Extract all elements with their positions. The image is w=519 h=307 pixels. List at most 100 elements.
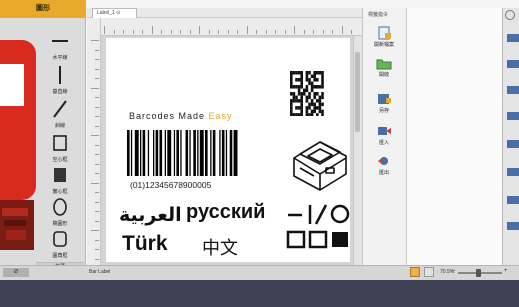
qr-module	[295, 95, 298, 100]
qr-module	[295, 113, 298, 116]
toolbar-icon[interactable]	[507, 222, 519, 230]
barcode-bar	[142, 130, 146, 176]
qr-module	[292, 99, 296, 103]
zoom-in-icon[interactable]: +	[504, 268, 508, 274]
label-tagline[interactable]: Barcodes Made Easy	[129, 111, 233, 121]
tool-hollow-box[interactable]: 空心框	[36, 132, 84, 166]
export-button[interactable]: 匯出	[370, 154, 398, 176]
qr-module	[316, 106, 319, 110]
toolbar-icon[interactable]	[507, 86, 519, 94]
horizontal-line-icon	[49, 30, 71, 52]
ruler-tick	[113, 30, 115, 34]
qr-module	[305, 109, 309, 114]
qr-module	[316, 99, 319, 103]
qr-module	[318, 85, 322, 89]
ruler-tick	[313, 30, 314, 34]
ruler-tick	[95, 192, 99, 193]
qr-module	[300, 92, 303, 96]
scrollbar-thumb[interactable]	[355, 52, 360, 132]
promo-card-highlight	[0, 64, 24, 106]
tool-ellipse[interactable]: 橢圓形	[36, 196, 84, 230]
tool-diagonal-line[interactable]: 斜線	[36, 98, 84, 132]
text-russian[interactable]: русский	[186, 201, 265, 224]
properties-panel[interactable]	[406, 8, 502, 265]
tool-solid-box[interactable]: 實心框	[36, 164, 84, 198]
zoom-out-icon[interactable]: −	[452, 268, 456, 274]
toolbar-icon[interactable]	[507, 112, 519, 120]
ruler-tick	[95, 201, 99, 203]
qr-module	[297, 113, 301, 116]
tab-label-1[interactable]: Label_1 ⊙	[92, 8, 137, 18]
save-as-button[interactable]: 另存	[370, 92, 398, 114]
view-mode-button-alt[interactable]	[424, 267, 434, 277]
text-chinese[interactable]: 中文	[202, 234, 238, 260]
toolbar-icon[interactable]	[507, 60, 519, 68]
barcode-bar	[229, 130, 233, 176]
qr-module	[316, 113, 319, 116]
qr-module	[308, 71, 311, 75]
new-file-button[interactable]: 開新檔案	[370, 26, 398, 48]
text-turkish[interactable]: Türk	[122, 232, 168, 256]
qr-module	[305, 106, 309, 110]
qr-module	[300, 81, 303, 86]
qr-module	[295, 71, 298, 75]
solid-box-icon	[49, 164, 71, 186]
qr-module	[300, 102, 303, 107]
qr-module	[305, 95, 309, 100]
new-file-icon	[376, 26, 392, 40]
barcode-bar	[134, 130, 139, 176]
ruler-tick	[322, 30, 324, 34]
toolbar-icon[interactable]	[507, 140, 519, 148]
qr-code-object[interactable]	[290, 70, 324, 116]
ruler-tick	[95, 173, 99, 174]
qr-module	[290, 74, 293, 79]
qr-module	[290, 99, 293, 103]
tool-vertical-line[interactable]: 垂直線	[36, 64, 84, 98]
toolbar-icon[interactable]	[507, 196, 519, 204]
qr-module	[292, 85, 296, 89]
taskbar	[0, 280, 519, 307]
qr-module	[300, 74, 303, 79]
qr-module	[295, 85, 298, 89]
qr-module	[290, 71, 293, 75]
import-button[interactable]: 匯入	[370, 124, 398, 146]
ruler-tick	[95, 116, 99, 117]
barcode-bar	[153, 130, 155, 176]
view-mode-button[interactable]	[410, 267, 420, 277]
text-arabic[interactable]: العربية	[119, 204, 182, 226]
barcode-bar	[199, 130, 204, 176]
barcode-object[interactable]	[124, 128, 274, 178]
ruler-tick	[95, 125, 99, 127]
qr-module	[316, 85, 319, 89]
qr-module	[297, 106, 301, 110]
qr-module	[313, 95, 316, 100]
tagline-text: Barcodes Made	[129, 111, 209, 121]
hollow-box-icon	[49, 132, 71, 154]
zoom-slider-knob[interactable]	[476, 269, 481, 277]
toolbar-icon[interactable]	[507, 168, 519, 176]
open-button[interactable]: 開啟	[370, 56, 398, 78]
barcode-bar	[233, 130, 238, 176]
qr-module	[310, 85, 314, 89]
ruler-tick	[95, 220, 99, 222]
barcode-bar	[176, 130, 179, 176]
tool-horizontal-line[interactable]: 水平線	[36, 30, 84, 64]
tool-rounded-box[interactable]: 圓角框	[36, 228, 84, 262]
barcode-bar	[212, 130, 216, 176]
qr-module	[308, 95, 311, 100]
save-as-icon	[376, 92, 392, 106]
ruler-tick	[95, 59, 99, 60]
promo-product-image	[0, 200, 34, 250]
shapes-object[interactable]	[286, 202, 352, 252]
printer-image-object[interactable]	[286, 128, 352, 194]
ruler-tick	[332, 30, 333, 34]
qr-module	[297, 85, 301, 89]
toolbar-icon[interactable]	[507, 34, 519, 42]
barcode-bar	[221, 130, 225, 176]
rounded-box-icon	[49, 228, 71, 250]
qr-module	[290, 78, 293, 82]
settings-icon[interactable]	[505, 10, 515, 20]
ruler-tick	[351, 30, 352, 34]
import-icon	[376, 124, 392, 138]
barcode-bar	[180, 130, 182, 176]
